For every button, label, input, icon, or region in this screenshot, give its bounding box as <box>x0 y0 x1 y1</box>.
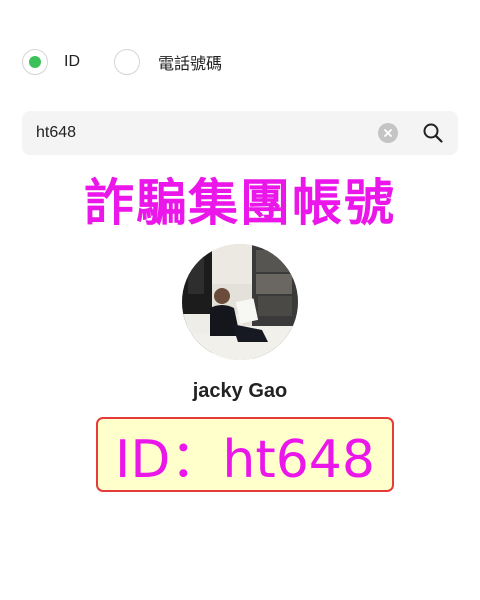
search-input[interactable] <box>36 111 366 155</box>
scam-warning-title: 詐騙集團帳號 <box>84 174 396 232</box>
scam-id-text: ID：ht648 <box>115 430 375 490</box>
search-type-selector: ID 電話號碼 <box>22 44 222 80</box>
radio-id[interactable]: ID <box>22 49 80 75</box>
radio-id-circle[interactable] <box>22 49 48 75</box>
radio-phone-circle[interactable] <box>114 49 140 75</box>
search-icon[interactable] <box>422 122 444 144</box>
avatar[interactable] <box>182 244 298 360</box>
profile-name: jacky Gao <box>192 380 288 402</box>
radio-id-label: ID <box>64 53 80 70</box>
search-bar <box>22 111 458 155</box>
scam-id-box: ID：ht648 <box>96 417 394 492</box>
clear-icon[interactable] <box>378 123 398 143</box>
radio-phone-label: 電話號碼 <box>158 56 223 73</box>
radio-phone[interactable]: 電話號碼 <box>114 49 222 75</box>
radio-selected-dot <box>29 56 41 68</box>
